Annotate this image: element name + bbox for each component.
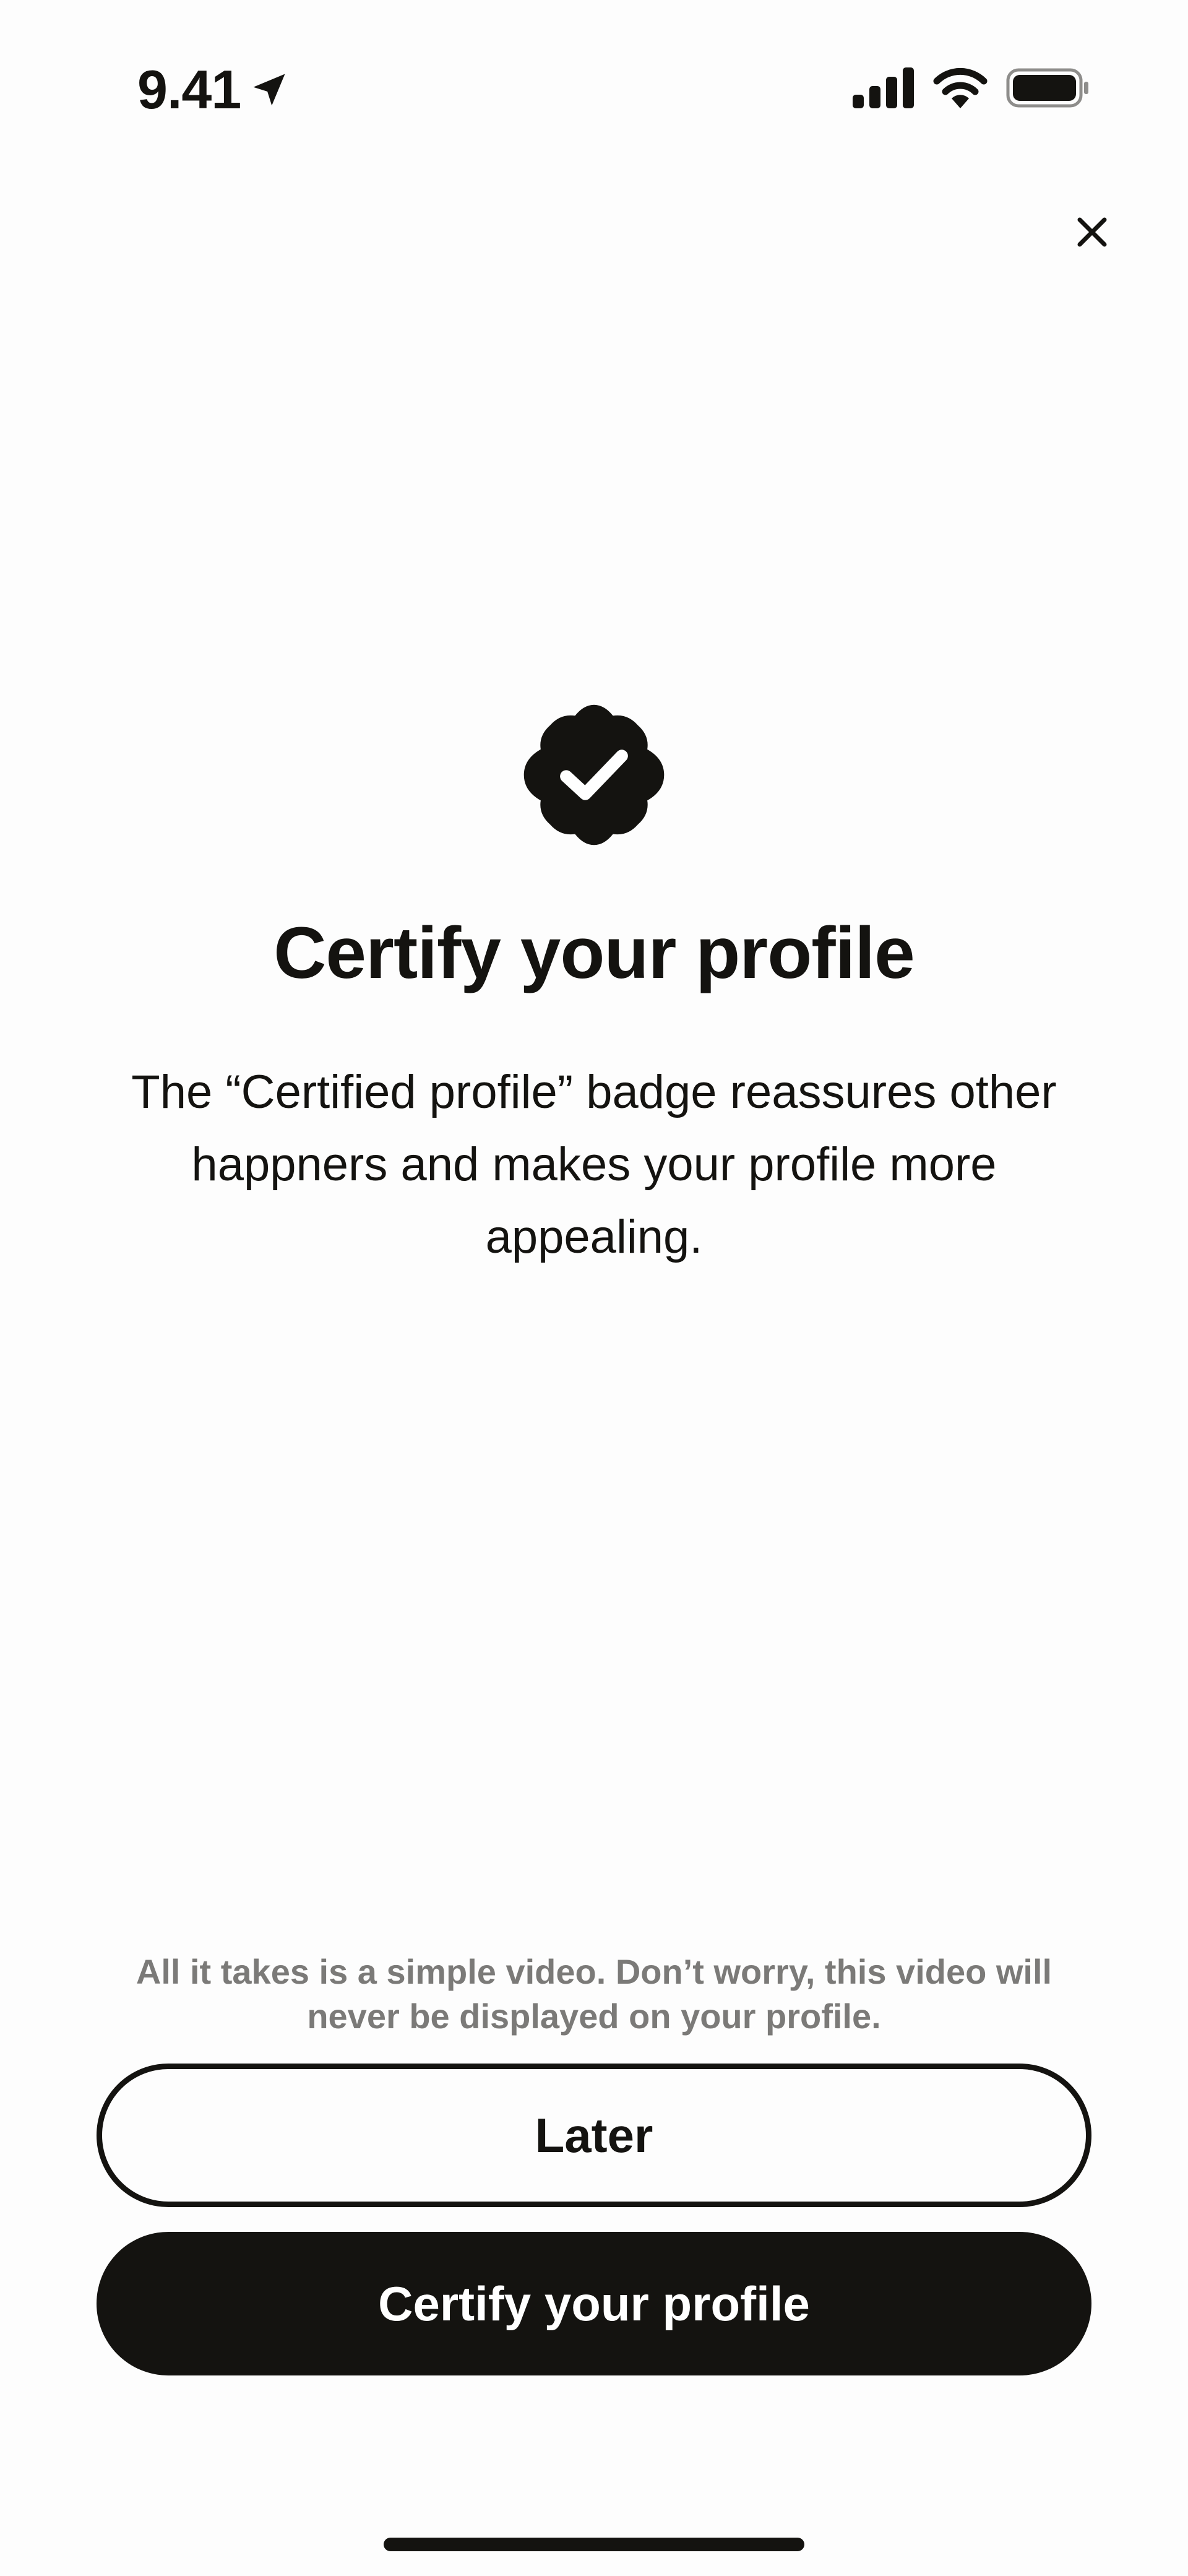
- wifi-icon: [933, 67, 988, 108]
- later-button[interactable]: Later: [97, 2064, 1091, 2207]
- video-note-text: All it takes is a simple video. Don’t wo…: [136, 1952, 1052, 2036]
- battery-icon: [1006, 68, 1088, 108]
- close-button[interactable]: [1064, 204, 1120, 260]
- status-bar: 9.41: [0, 0, 1188, 173]
- status-indicators: [853, 62, 1090, 114]
- certify-profile-button[interactable]: Certify your profile: [97, 2232, 1091, 2375]
- cellular-signal-icon: [853, 67, 914, 108]
- verified-badge-icon: [523, 704, 665, 845]
- status-time-group: 9.41: [137, 56, 290, 124]
- location-arrow-icon: [253, 74, 285, 106]
- page-title: Certify your profile: [273, 912, 915, 994]
- status-time: 9.41: [137, 59, 241, 120]
- close-icon: [1077, 217, 1107, 247]
- description-text: The “Certified profile” badge reassures …: [131, 1066, 1057, 1263]
- certify-profile-screen: 9.41 Certify your profile The “Certified…: [0, 0, 1188, 2576]
- home-indicator[interactable]: [384, 2538, 804, 2551]
